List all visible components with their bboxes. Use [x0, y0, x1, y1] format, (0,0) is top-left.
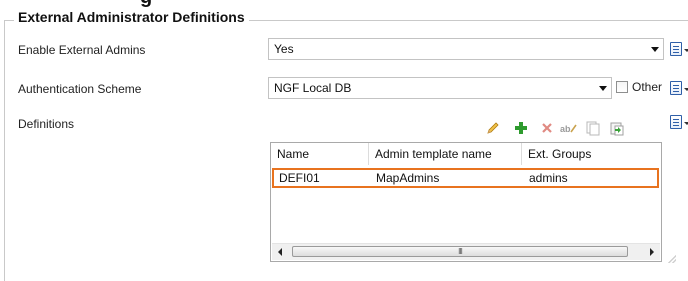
- column-header-ext-groups[interactable]: Ext. Groups: [522, 143, 661, 165]
- enable-external-admins-label: Enable External Admins: [18, 43, 146, 57]
- other-checkbox-group[interactable]: Other: [616, 80, 662, 94]
- chevron-down-icon[interactable]: [647, 39, 663, 59]
- clipboard-menu-icon[interactable]: [670, 113, 688, 131]
- authentication-scheme-combo[interactable]: NGF Local DB: [268, 77, 612, 99]
- clipboard-menu-icon[interactable]: [670, 79, 688, 97]
- clipped-header-text: g: [140, 0, 152, 9]
- clipboard-menu-icon[interactable]: [670, 40, 688, 58]
- edit-icon[interactable]: [484, 119, 502, 137]
- group-title: External Administrator Definitions: [14, 9, 249, 25]
- chevron-down-icon[interactable]: [595, 78, 611, 98]
- scrollbar-grip-icon: III: [458, 247, 463, 256]
- paste-icon[interactable]: [608, 119, 626, 137]
- cell-admin-template: MapAdmins: [376, 171, 440, 185]
- add-icon[interactable]: [512, 119, 530, 137]
- other-checkbox-label: Other: [632, 80, 663, 94]
- enable-external-admins-combo[interactable]: Yes: [268, 38, 664, 60]
- scrollbar-thumb[interactable]: III: [292, 246, 628, 257]
- horizontal-scrollbar[interactable]: III: [272, 243, 660, 260]
- delete-icon[interactable]: [538, 119, 556, 137]
- rename-icon[interactable]: ab: [560, 119, 578, 137]
- scroll-right-arrow-icon[interactable]: [644, 244, 660, 260]
- cell-ext-groups: admins: [529, 171, 568, 185]
- authentication-scheme-label: Authentication Scheme: [18, 82, 142, 96]
- authentication-scheme-value: NGF Local DB: [274, 81, 352, 95]
- other-checkbox[interactable]: [616, 81, 628, 93]
- enable-external-admins-value: Yes: [274, 42, 294, 56]
- definitions-table[interactable]: Name Admin template name Ext. Groups DEF…: [270, 142, 662, 262]
- cell-name: DEFI01: [279, 171, 320, 185]
- table-row[interactable]: DEFI01 MapAdmins admins: [272, 168, 659, 188]
- svg-text:ab: ab: [560, 124, 571, 134]
- copy-icon[interactable]: [584, 119, 602, 137]
- column-header-name[interactable]: Name: [271, 143, 369, 165]
- table-header: Name Admin template name Ext. Groups: [271, 143, 661, 165]
- definitions-label: Definitions: [18, 117, 75, 131]
- column-header-admin-template[interactable]: Admin template name: [369, 143, 522, 165]
- scroll-left-arrow-icon[interactable]: [272, 244, 288, 260]
- resize-grip-icon[interactable]: [668, 255, 676, 263]
